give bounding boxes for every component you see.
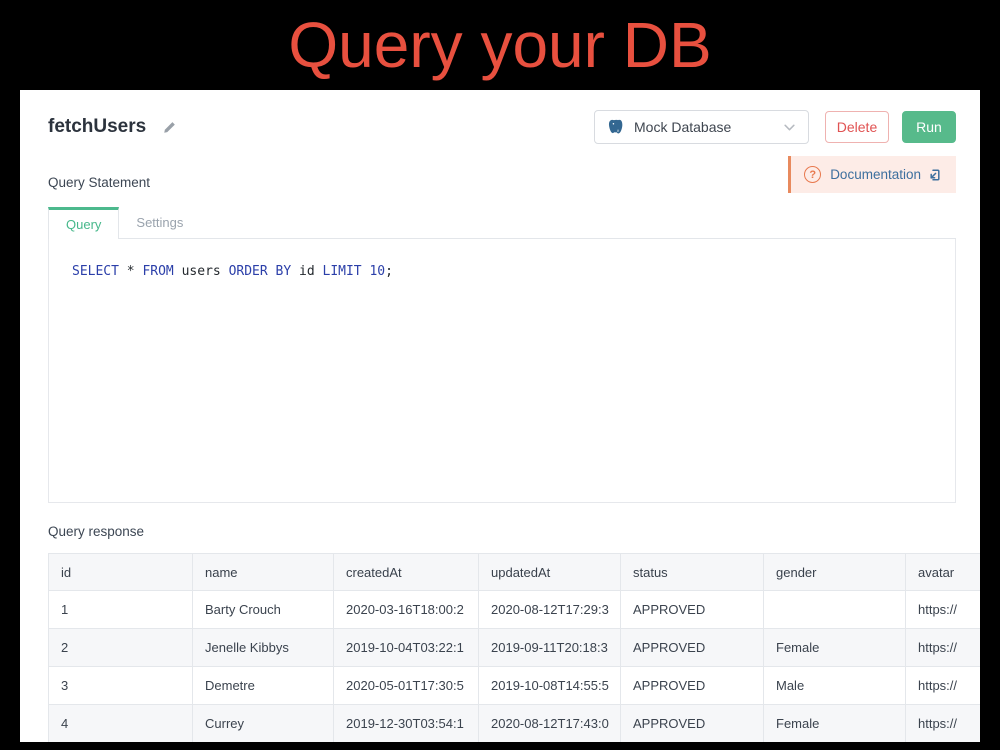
column-header: status — [621, 554, 764, 591]
sql-token: LIMIT — [323, 264, 362, 279]
column-header: updatedAt — [479, 554, 621, 591]
edit-pencil-icon[interactable] — [162, 120, 177, 135]
resource-select-value: Mock Database — [634, 119, 731, 135]
table-row: 1Barty Crouch2020-03-16T18:00:22020-08-1… — [49, 591, 981, 629]
column-header: id — [49, 554, 193, 591]
query-response-table[interactable]: idnamecreatedAtupdatedAtstatusgenderavat… — [48, 553, 980, 742]
documentation-label: Documentation — [830, 167, 921, 182]
tab-settings[interactable]: Settings — [119, 207, 200, 238]
table-cell: Female — [764, 705, 906, 743]
sql-token: 10 — [369, 264, 385, 279]
doc-row: Query Statement ? Documentation — [48, 156, 956, 193]
sql-token: users — [174, 264, 229, 279]
table-cell: 2020-08-12T17:43:0 — [479, 705, 621, 743]
sql-token: * — [119, 264, 142, 279]
table-row: 3Demetre2020-05-01T17:30:52019-10-08T14:… — [49, 667, 981, 705]
documentation-link[interactable]: ? Documentation — [788, 156, 956, 193]
table-cell: 2 — [49, 629, 193, 667]
table-cell: 1 — [49, 591, 193, 629]
table-cell — [764, 591, 906, 629]
table-cell: Currey — [193, 705, 334, 743]
table-cell: Demetre — [193, 667, 334, 705]
sql-token: ORDER BY — [229, 264, 292, 279]
table-cell: Male — [764, 667, 906, 705]
query-name: fetchUsers — [48, 116, 146, 138]
table-cell: Female — [764, 629, 906, 667]
postgresql-icon — [607, 118, 625, 136]
table-cell: 2019-10-04T03:22:1 — [334, 629, 479, 667]
query-statement-label: Query Statement — [48, 175, 150, 193]
column-header: gender — [764, 554, 906, 591]
table-cell: https:// — [906, 591, 981, 629]
query-response-label: Query response — [48, 524, 956, 542]
column-header: avatar — [906, 554, 981, 591]
table-cell: 2020-05-01T17:30:5 — [334, 667, 479, 705]
sql-code-editor[interactable]: SELECT * FROM users ORDER BY id LIMIT 10… — [48, 239, 956, 503]
sql-token: SELECT — [72, 264, 119, 279]
question-circle-icon: ? — [804, 166, 821, 183]
table-cell: Jenelle Kibbys — [193, 629, 334, 667]
header-row: fetchUsers Mock Database — [48, 90, 956, 144]
sql-token: ; — [385, 264, 393, 279]
table-cell: 2020-03-16T18:00:2 — [334, 591, 479, 629]
table-cell: 2019-09-11T20:18:3 — [479, 629, 621, 667]
chevron-down-icon — [783, 121, 796, 134]
table-cell: https:// — [906, 667, 981, 705]
table-cell: https:// — [906, 629, 981, 667]
sql-line: SELECT * FROM users ORDER BY id LIMIT 10… — [72, 264, 955, 279]
table-cell: 3 — [49, 667, 193, 705]
table-row: 2Jenelle Kibbys2019-10-04T03:22:12019-09… — [49, 629, 981, 667]
table-cell: 2020-08-12T17:29:3 — [479, 591, 621, 629]
table-cell: 2019-12-30T03:54:1 — [334, 705, 479, 743]
run-button[interactable]: Run — [902, 111, 956, 143]
resource-select[interactable]: Mock Database — [594, 110, 809, 144]
page-title: Query your DB — [0, 0, 1000, 90]
table-row: 4Currey2019-12-30T03:54:12020-08-12T17:4… — [49, 705, 981, 743]
table-cell: APPROVED — [621, 591, 764, 629]
table-cell: Barty Crouch — [193, 591, 334, 629]
table-cell: 2019-10-08T14:55:5 — [479, 667, 621, 705]
open-docs-icon — [927, 168, 941, 182]
delete-button[interactable]: Delete — [825, 111, 889, 143]
column-header: name — [193, 554, 334, 591]
tab-bar: Query Settings — [48, 207, 956, 239]
sql-token: id — [291, 264, 322, 279]
table-cell: APPROVED — [621, 629, 764, 667]
table-cell: https:// — [906, 705, 981, 743]
table-header: idnamecreatedAtupdatedAtstatusgenderavat… — [49, 554, 981, 591]
query-editor-panel: fetchUsers Mock Database — [20, 90, 980, 742]
table-body: 1Barty Crouch2020-03-16T18:00:22020-08-1… — [49, 591, 981, 743]
tab-query[interactable]: Query — [48, 207, 119, 239]
table-cell: APPROVED — [621, 667, 764, 705]
table-cell: APPROVED — [621, 705, 764, 743]
table-cell: 4 — [49, 705, 193, 743]
column-header: createdAt — [334, 554, 479, 591]
sql-token: FROM — [142, 264, 173, 279]
header-controls: Mock Database Delete Run — [594, 110, 956, 144]
